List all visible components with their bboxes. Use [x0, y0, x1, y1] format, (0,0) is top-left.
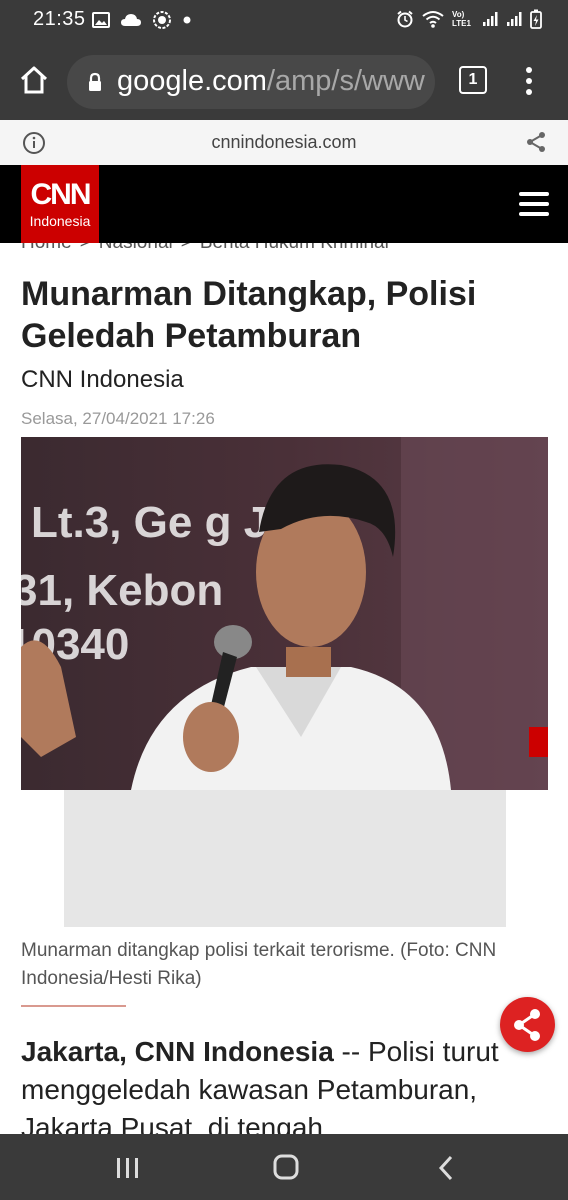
- article-dateline-lead: Jakarta, CNN Indonesia: [21, 1036, 334, 1067]
- status-right-icons: Vo) LTE1: [396, 9, 542, 29]
- system-nav-bar: [0, 1134, 568, 1200]
- home-nav-icon[interactable]: [273, 1154, 299, 1180]
- ad-placeholder: [64, 790, 506, 927]
- article-photo: Lt.3, Ge g Joa 31, Kebon 10340: [21, 437, 548, 790]
- logo-sub-text: Indonesia: [29, 213, 91, 229]
- battery-charging-icon: [530, 9, 542, 29]
- home-button[interactable]: [18, 64, 50, 96]
- lock-icon: [89, 72, 101, 91]
- status-time: 21:35: [33, 8, 86, 30]
- cloud-icon: [121, 14, 141, 26]
- url-path: /amp/s/www: [266, 65, 425, 97]
- address-bar[interactable]: google.com/amp/s/www: [67, 55, 435, 109]
- article-title: Munarman Ditangkap, Polisi Geledah Petam…: [21, 275, 477, 355]
- overflow-menu-button[interactable]: [521, 64, 537, 98]
- back-icon[interactable]: [436, 1155, 456, 1181]
- logo-main-text: CNN: [30, 178, 92, 211]
- tab-switcher-button[interactable]: 1: [459, 66, 487, 94]
- hamburger-menu-icon[interactable]: [519, 192, 549, 216]
- volte-lte-icon: Vo) LTE1: [452, 10, 471, 28]
- more-vert-icon: [526, 67, 532, 95]
- share-icon[interactable]: [524, 130, 548, 154]
- article-author: CNN Indonesia: [21, 366, 184, 393]
- photo-illustration: Lt.3, Ge g Joa 31, Kebon 10340: [21, 437, 548, 790]
- share-icon: [514, 1009, 540, 1041]
- article-date: Selasa, 27/04/2021 17:26: [21, 409, 215, 428]
- status-left-icons: [92, 10, 192, 30]
- recents-icon[interactable]: [115, 1156, 141, 1180]
- article-body: Jakarta, CNN Indonesia -- Polisi turut m…: [21, 1033, 551, 1147]
- signal-icon: [507, 12, 522, 26]
- site-header: CNN Indonesia: [0, 165, 568, 243]
- amp-info-bar: cnnindonesia.com: [0, 120, 568, 165]
- image-icon: [92, 12, 110, 28]
- amp-source-domain: cnnindonesia.com: [211, 132, 357, 152]
- tab-count: 1: [459, 66, 487, 94]
- settings-badge-icon: [153, 11, 171, 29]
- photo-sign-line-2: 31, Kebon: [21, 566, 223, 615]
- url-domain: google.com: [117, 65, 267, 97]
- cnn-indonesia-logo[interactable]: CNN Indonesia: [21, 165, 99, 243]
- home-icon: [20, 66, 48, 94]
- share-fab-button[interactable]: [500, 997, 555, 1052]
- photo-caption: Munarman ditangkap polisi terkait terori…: [21, 940, 497, 989]
- dot-icon: [183, 16, 191, 24]
- signal-icon: [483, 12, 498, 26]
- alarm-icon: [397, 10, 413, 28]
- caption-divider: [21, 1005, 126, 1007]
- wifi-icon: [422, 11, 444, 28]
- url-text[interactable]: google.com/amp/s/www: [117, 65, 425, 98]
- browser-toolbar: google.com/amp/s/www 1: [0, 44, 568, 120]
- status-bar: 21:35 Vo) LTE1: [0, 0, 568, 44]
